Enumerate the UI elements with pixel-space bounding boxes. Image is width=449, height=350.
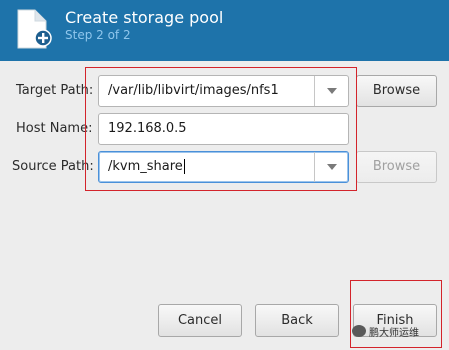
source-path-label: Source Path: (12, 159, 94, 174)
new-file-icon (16, 9, 52, 53)
form-highlight-box (85, 67, 357, 191)
back-button[interactable]: Back (255, 304, 339, 337)
wechat-logo-icon (352, 325, 366, 337)
cancel-button[interactable]: Cancel (158, 304, 242, 337)
watermark-text: 鹏大师运维 (369, 327, 419, 339)
dialog-title: Create storage pool (65, 8, 224, 27)
dialog-header: Create storage pool Step 2 of 2 (0, 0, 449, 61)
source-path-browse-button[interactable]: Browse (356, 151, 437, 183)
host-name-label: Host Name: (16, 121, 93, 136)
target-path-browse-button[interactable]: Browse (356, 75, 437, 107)
watermark: 鹏大师运维 (352, 323, 438, 339)
step-indicator: Step 2 of 2 (65, 28, 131, 42)
target-path-label: Target Path: (16, 83, 94, 98)
